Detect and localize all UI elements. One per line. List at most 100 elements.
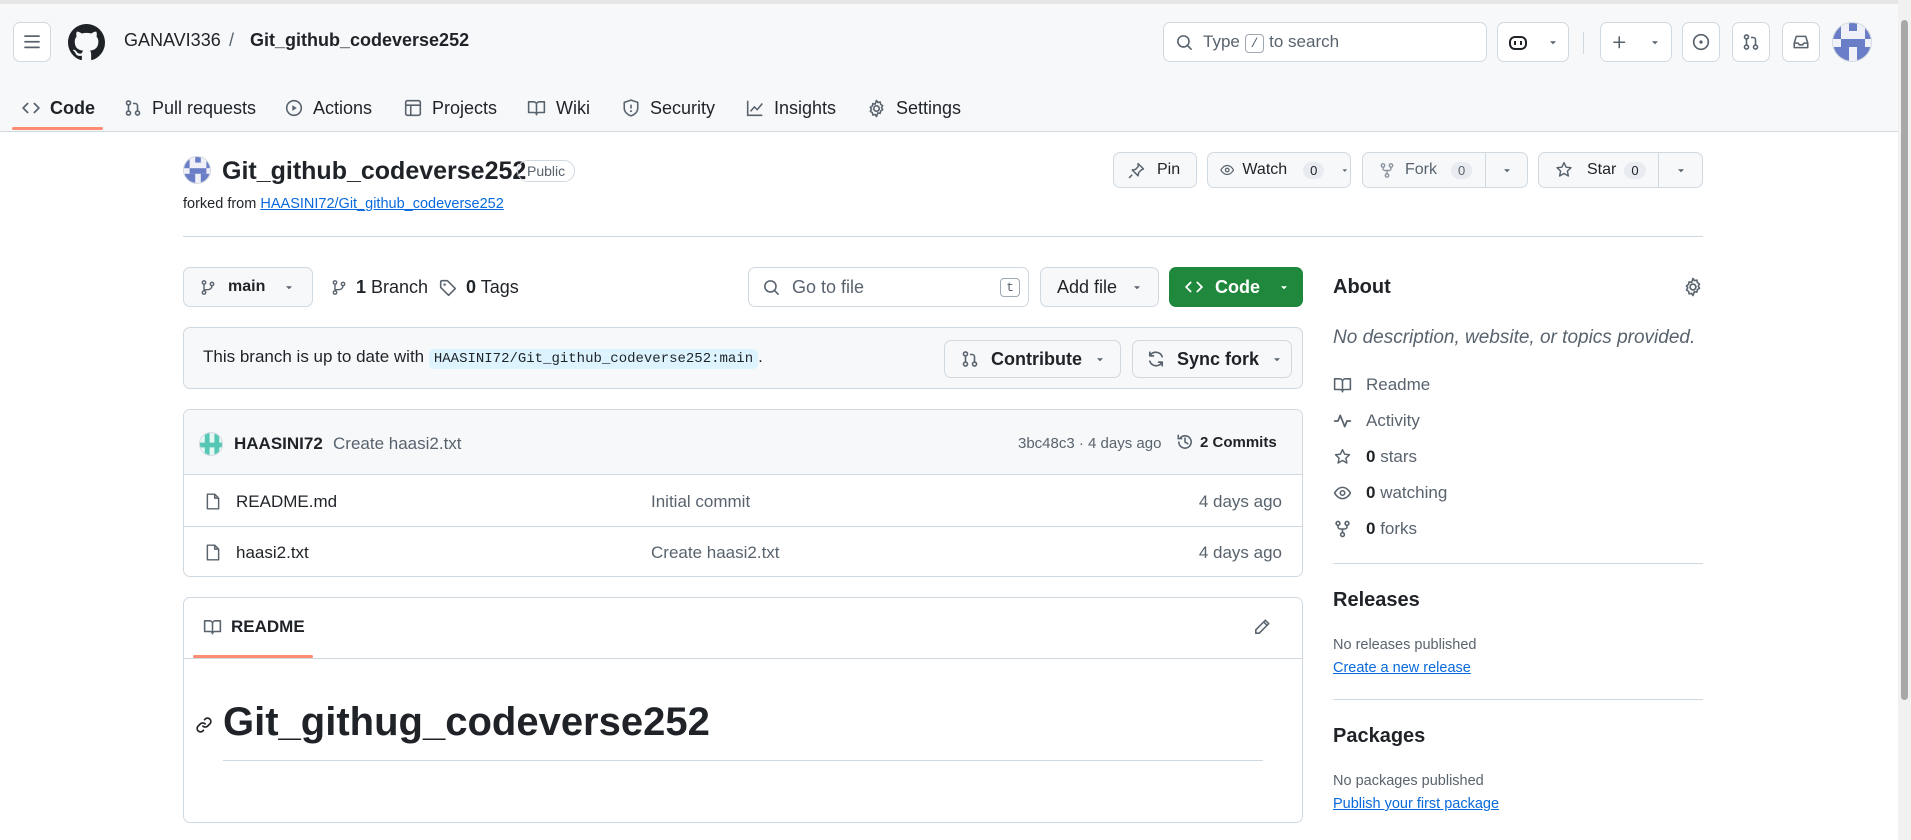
tab-projects[interactable]: Projects	[404, 88, 497, 128]
scrollbar-thumb[interactable]	[1901, 20, 1908, 700]
link-icon	[196, 717, 212, 733]
repo-owner-avatar[interactable]	[183, 156, 211, 184]
commits-count: 2 Commits	[1200, 433, 1277, 451]
repo-forked-icon	[1335, 520, 1350, 538]
inbox-button[interactable]	[1782, 22, 1820, 62]
chevron-down-icon	[1097, 358, 1103, 362]
releases-empty-text: No releases published	[1333, 637, 1477, 653]
fork-label: Fork	[1405, 161, 1437, 178]
sync-fork-button[interactable]: Sync fork	[1132, 340, 1292, 378]
breadcrumb-owner[interactable]: GANAVI336	[124, 30, 221, 51]
packages-title[interactable]: Packages	[1333, 725, 1425, 748]
graph-icon	[746, 100, 763, 117]
code-button[interactable]: Code	[1169, 267, 1303, 307]
tab-actions[interactable]: Actions	[285, 88, 372, 128]
readme-tab[interactable]: README	[203, 617, 305, 637]
tags-link[interactable]: 0 Tags	[439, 277, 519, 298]
file-age: 4 days ago	[1198, 491, 1282, 511]
tab-insights[interactable]: Insights	[746, 88, 836, 128]
code-icon	[1185, 281, 1203, 293]
branch-select-button[interactable]: main	[183, 267, 313, 307]
star-dropdown-button[interactable]	[1658, 152, 1703, 188]
code-button-label: Code	[1215, 276, 1260, 297]
branches-count: 1	[356, 277, 367, 297]
watch-count: 0	[1303, 161, 1325, 179]
forked-from-prefix: forked from	[183, 196, 257, 212]
tab-wiki[interactable]: Wiki	[527, 88, 590, 128]
chevron-down-icon	[1134, 286, 1140, 290]
contribute-button[interactable]: Contribute	[944, 340, 1121, 378]
tab-pull-requests[interactable]: Pull requests	[124, 88, 256, 128]
stars-link[interactable]: 0 stars	[1333, 447, 1417, 467]
commits-link[interactable]: 2 Commits	[1176, 433, 1277, 451]
header-divider	[183, 236, 1703, 237]
book-icon	[527, 101, 546, 116]
activity-link-label: Activity	[1366, 411, 1420, 430]
go-to-file-input[interactable]: Go to file t	[748, 267, 1029, 307]
create-new-button[interactable]	[1600, 22, 1672, 62]
search-input[interactable]: Type / to search	[1163, 22, 1487, 62]
commit-author[interactable]: HAASINI72	[234, 434, 323, 454]
pull-requests-button[interactable]	[1732, 22, 1770, 62]
copilot-button[interactable]	[1497, 22, 1569, 62]
about-title: About	[1333, 276, 1391, 298]
avatar[interactable]	[1832, 22, 1872, 62]
repo-title[interactable]: Git_github_codeverse252	[222, 157, 526, 186]
commit-author-avatar[interactable]	[199, 432, 223, 456]
git-pull-request-icon	[125, 100, 141, 116]
fork-dropdown-button[interactable]	[1485, 152, 1528, 188]
issues-button[interactable]	[1682, 22, 1720, 62]
tab-label: Actions	[313, 97, 373, 118]
fork-status-prefix: This branch is up to date with	[203, 347, 425, 366]
chevron-down-icon	[286, 286, 293, 290]
search-placeholder-after: to search	[1269, 31, 1340, 51]
menu-button[interactable]	[13, 22, 51, 62]
create-release-link[interactable]: Create a new release	[1333, 660, 1471, 676]
file-name[interactable]: haasi2.txt	[236, 543, 309, 563]
commit-meta[interactable]: 3bc48c3 · 4 days ago	[1018, 435, 1161, 452]
watch-button[interactable]: Watch 0	[1207, 152, 1351, 188]
breadcrumb-separator: /	[229, 30, 235, 50]
git-pull-request-icon	[962, 351, 978, 367]
breadcrumb-repo[interactable]: Git_github_codeverse252	[250, 30, 469, 51]
fork-status-ref[interactable]: HAASINI72/Git_github_codeverse252:main	[428, 349, 759, 369]
file-row[interactable]: haasi2.txt Create haasi2.txt 4 days ago	[184, 527, 1302, 578]
file-name[interactable]: README.md	[236, 492, 337, 512]
tab-code[interactable]: Code	[22, 88, 95, 128]
readme-tab-indicator	[193, 655, 313, 658]
forks-link[interactable]: 0 forks	[1333, 519, 1417, 539]
watching-link[interactable]: 0 watching	[1333, 483, 1447, 503]
visibility-badge: Public	[517, 160, 576, 182]
search-icon	[1177, 34, 1192, 50]
activity-link[interactable]: Activity	[1333, 411, 1420, 431]
readme-link[interactable]: Readme	[1333, 375, 1430, 395]
go-to-file-placeholder: Go to file	[792, 276, 865, 297]
tab-settings[interactable]: Settings	[867, 88, 961, 128]
edit-readme-button[interactable]	[1253, 618, 1271, 636]
forked-from-link[interactable]: HAASINI72/Git_github_codeverse252	[260, 196, 503, 212]
branches-link[interactable]: 1 Branch	[331, 277, 428, 298]
identicon-icon	[1833, 23, 1871, 61]
file-commit-message[interactable]: Create haasi2.txt	[651, 543, 780, 563]
fork-button[interactable]: Fork 0	[1362, 152, 1486, 188]
commit-message[interactable]: Create haasi2.txt	[333, 434, 462, 454]
add-file-button[interactable]: Add file	[1040, 267, 1159, 307]
tab-security[interactable]: Security	[622, 88, 715, 128]
page-scrollbar[interactable]	[1898, 0, 1911, 840]
pin-button[interactable]: Pin	[1113, 152, 1197, 188]
book-icon	[203, 620, 222, 635]
star-button[interactable]: Star 0	[1538, 152, 1659, 188]
sidebar-divider	[1333, 563, 1703, 564]
watching-label: watching	[1380, 483, 1448, 502]
github-logo-icon[interactable]	[68, 24, 105, 61]
tab-label: Pull requests	[152, 97, 257, 118]
tab-label: Wiki	[556, 97, 590, 118]
file-commit-message[interactable]: Initial commit	[651, 492, 750, 512]
packages-empty-text: No packages published	[1333, 773, 1484, 789]
heading-anchor-link[interactable]	[195, 716, 213, 734]
watching-count: 0	[1366, 483, 1376, 502]
releases-title[interactable]: Releases	[1333, 589, 1420, 612]
publish-package-link[interactable]: Publish your first package	[1333, 796, 1499, 812]
file-row[interactable]: README.md Initial commit 4 days ago	[184, 476, 1302, 527]
about-settings-button[interactable]	[1683, 277, 1703, 297]
